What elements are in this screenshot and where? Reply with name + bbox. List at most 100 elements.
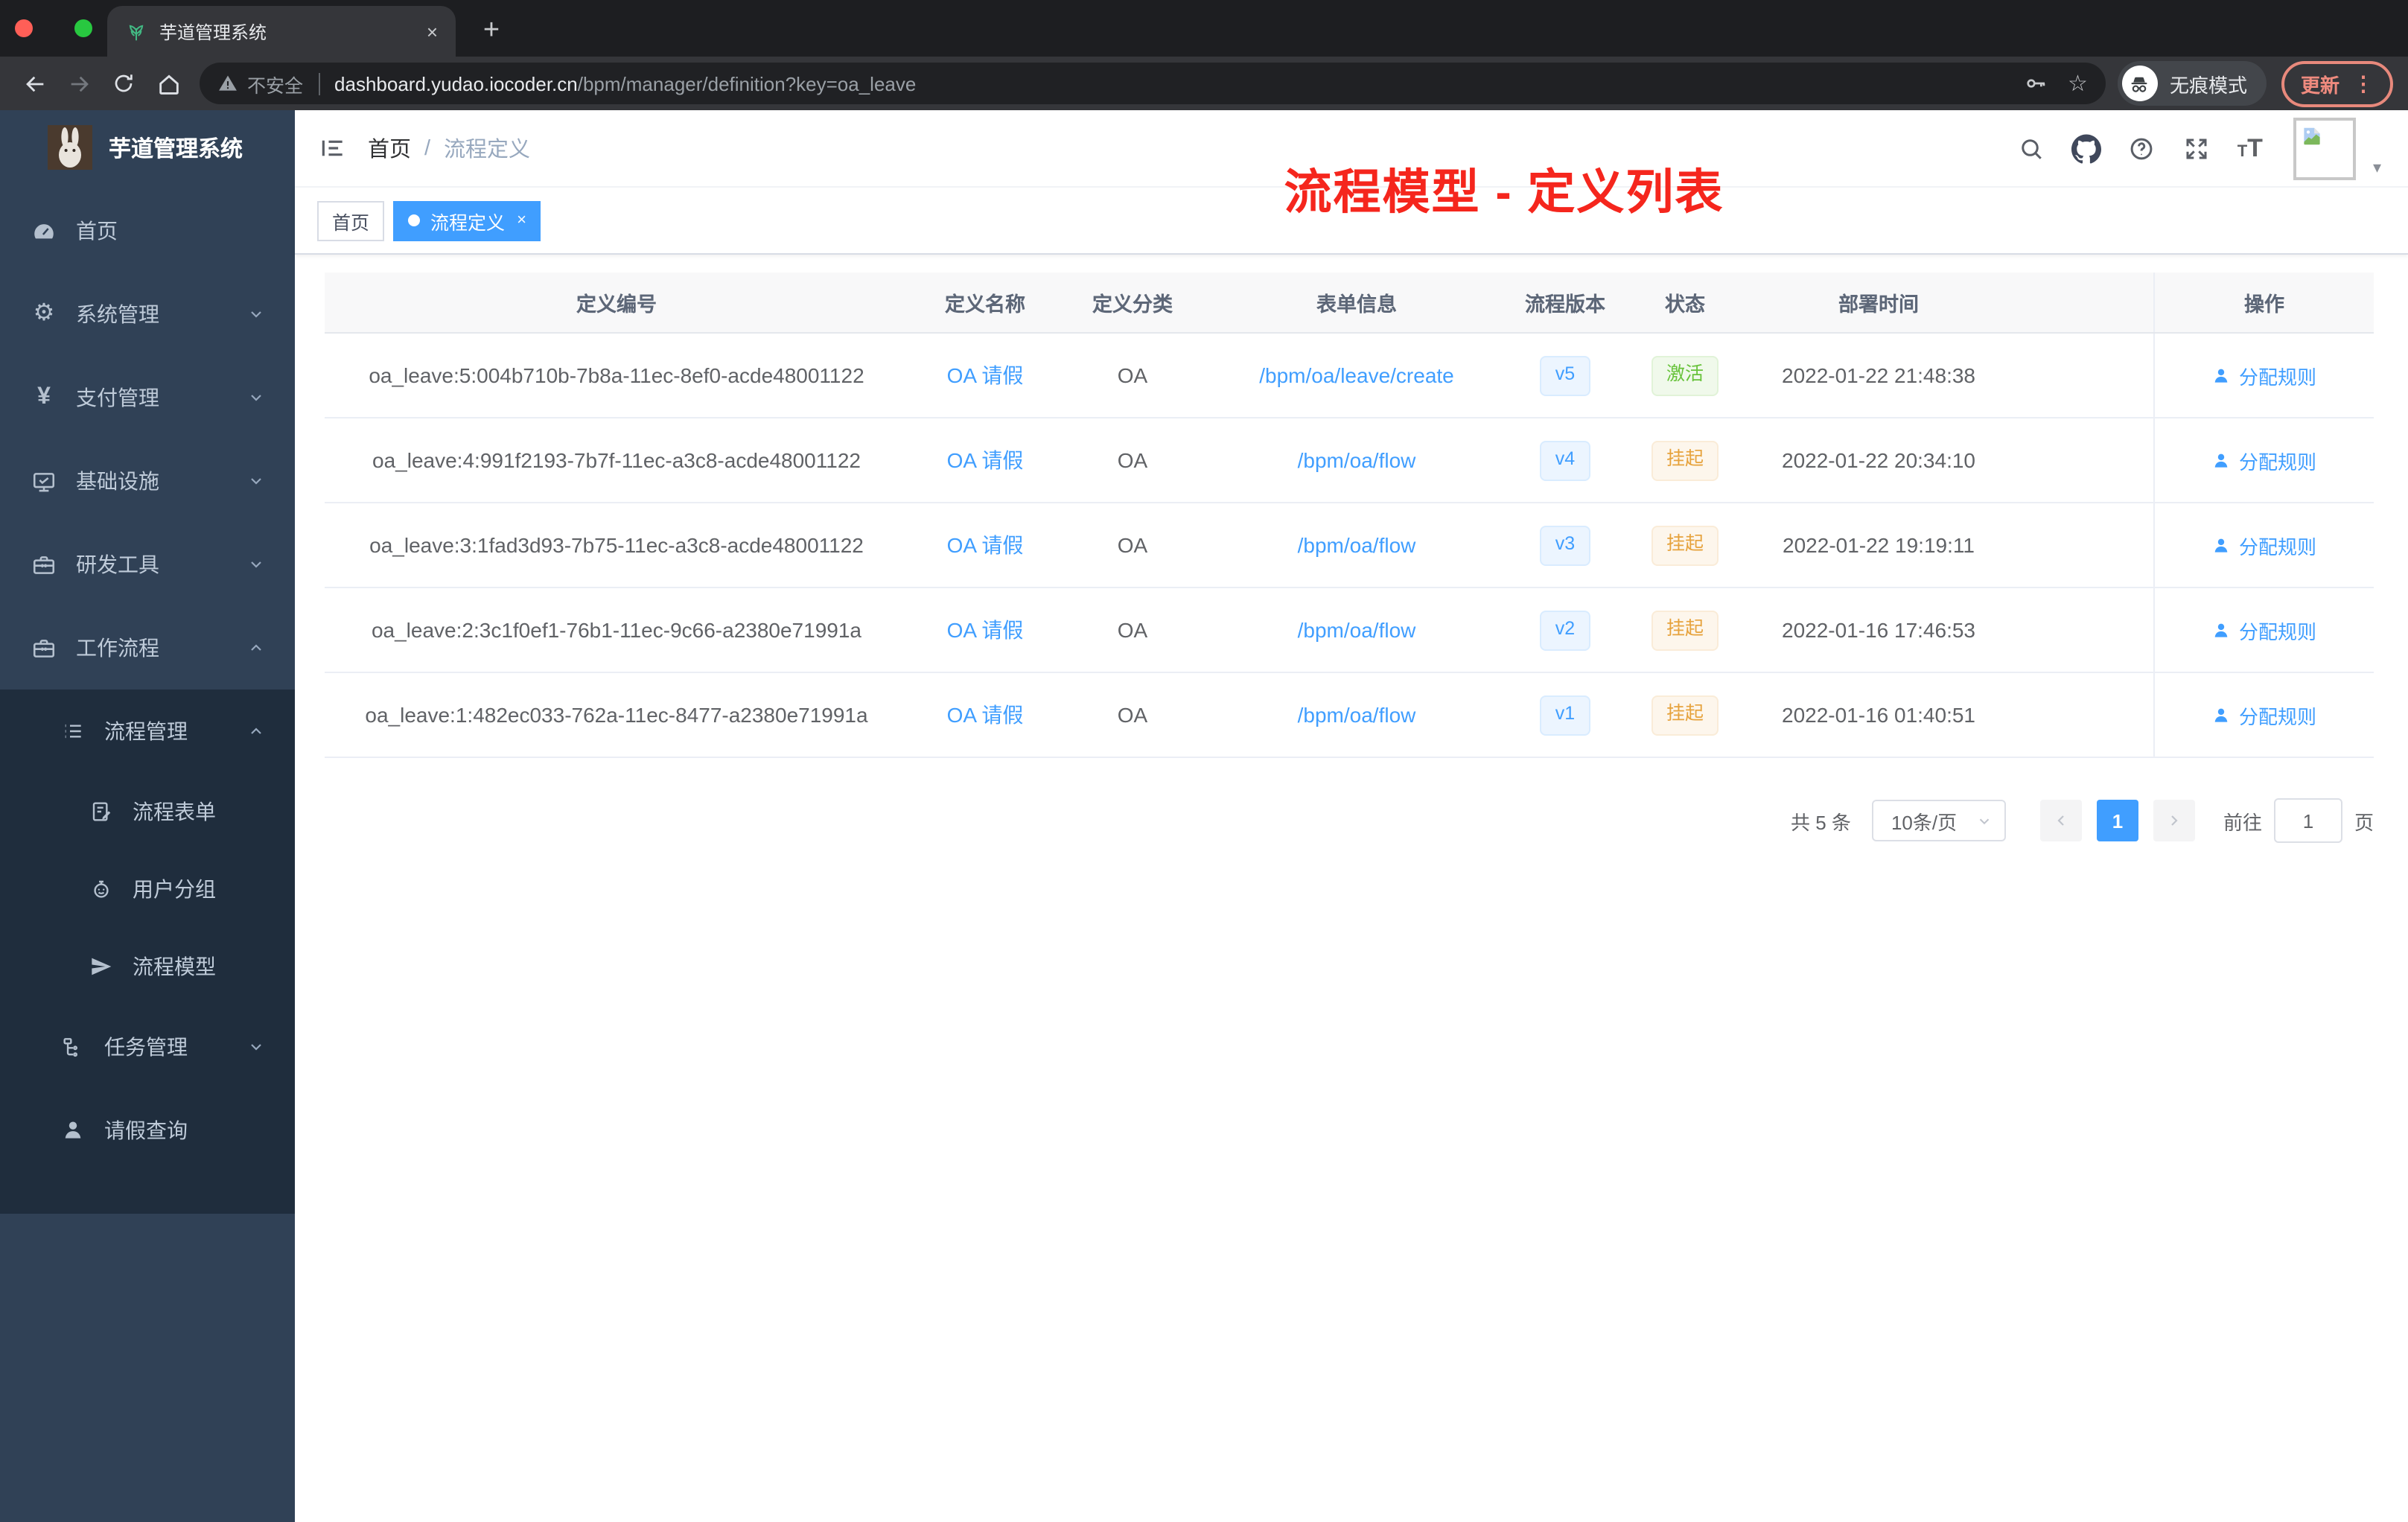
sidebar-item-label: 任务管理: [104, 1035, 188, 1059]
user-icon: [2212, 450, 2232, 470]
chevron-up-icon: [247, 722, 265, 740]
table-row: oa_leave:3:1fad3d93-7b75-11ec-a3c8-acde4…: [325, 503, 2374, 588]
sidebar-item-system-mgmt[interactable]: ⚙ 系统管理: [0, 273, 295, 356]
user-icon: [2212, 366, 2232, 385]
sidebar-item-process-mgmt[interactable]: 流程管理: [0, 690, 295, 773]
pagination-total: 共 5 条: [1791, 811, 1851, 833]
user-icon: [2212, 705, 2232, 725]
next-page-button[interactable]: [2153, 800, 2195, 841]
definition-id: oa_leave:2:3c1f0ef1-76b1-11ec-9c66-a2380…: [371, 618, 861, 642]
bookmark-star-icon[interactable]: ☆: [2068, 72, 2088, 95]
table-row: oa_leave:2:3c1f0ef1-76b1-11ec-9c66-a2380…: [325, 588, 2374, 673]
update-label: 更新: [2300, 74, 2339, 96]
security-label[interactable]: 不安全: [247, 69, 303, 98]
browser-tab[interactable]: 芋道管理系统 ×: [107, 6, 456, 57]
assign-rule-link[interactable]: 分配规则: [2212, 616, 2316, 644]
assign-rule-link[interactable]: 分配规则: [2212, 701, 2316, 729]
paper-plane-icon: [88, 954, 113, 979]
user-avatar[interactable]: [2293, 117, 2357, 179]
page-size-select[interactable]: 10条/页: [1871, 800, 2006, 841]
tab-close-icon[interactable]: ×: [427, 22, 438, 41]
avatar-caret-down-icon[interactable]: ▾: [2373, 157, 2381, 179]
browser-update-button[interactable]: 更新 ⋮: [2281, 60, 2393, 106]
chevron-down-icon: [247, 1038, 265, 1056]
tag-process-definition[interactable]: 流程定义 ×: [393, 200, 541, 241]
sidebar-item-payment-mgmt[interactable]: ¥ 支付管理: [0, 356, 295, 439]
password-key-icon[interactable]: [2023, 71, 2047, 95]
forward-button[interactable]: [60, 64, 98, 103]
definition-name-link[interactable]: OA 请假: [947, 445, 1024, 475]
sidebar-collapse-icon[interactable]: [308, 124, 356, 172]
tag-home[interactable]: 首页: [317, 200, 385, 241]
form-link[interactable]: /bpm/oa/flow: [1298, 448, 1416, 472]
page-size-value: 10条/页: [1891, 811, 1958, 833]
breadcrumb-separator: /: [424, 136, 431, 160]
tag-close-icon[interactable]: ×: [517, 211, 526, 229]
breadcrumb-home[interactable]: 首页: [368, 133, 411, 164]
toolbox-icon: [31, 635, 57, 660]
action-label: 分配规则: [2238, 620, 2316, 643]
macos-zoom-button[interactable]: [74, 19, 92, 37]
sidebar-logo-row[interactable]: 芋道管理系统: [0, 110, 295, 185]
form-link[interactable]: /bpm/oa/flow: [1298, 618, 1416, 642]
version-badge: v3: [1540, 525, 1590, 565]
sidebar-item-label: 基础设施: [76, 469, 159, 493]
sidebar-item-leave-query[interactable]: 请假查询: [0, 1089, 295, 1172]
browser-menu-icon[interactable]: ⋮: [2353, 71, 2374, 96]
version-badge: v2: [1540, 610, 1590, 650]
sidebar-item-home[interactable]: 首页: [0, 189, 295, 273]
sidebar-item-dev-tools[interactable]: 研发工具: [0, 523, 295, 606]
address-bar[interactable]: 不安全 dashboard.yudao.iocoder.cn/bpm/manag…: [200, 63, 2106, 104]
back-button[interactable]: [15, 64, 54, 103]
browser-toolbar: 不安全 dashboard.yudao.iocoder.cn/bpm/manag…: [0, 57, 2408, 110]
url-text[interactable]: dashboard.yudao.iocoder.cn/bpm/manager/d…: [334, 72, 2002, 95]
definition-name-link[interactable]: OA 请假: [947, 530, 1024, 560]
version-badge: v1: [1540, 695, 1590, 735]
sidebar-item-process-model[interactable]: 流程模型: [0, 928, 295, 1005]
assign-rule-link[interactable]: 分配规则: [2212, 531, 2316, 559]
search-icon[interactable]: [2017, 133, 2047, 163]
deploy-time: 2022-01-22 19:19:11: [1783, 533, 1975, 557]
tab-title: 芋道管理系统: [159, 22, 267, 42]
gear-icon: ⚙: [33, 301, 55, 326]
font-size-icon[interactable]: TT: [2237, 136, 2263, 161]
sidebar-item-process-form[interactable]: 流程表单: [0, 773, 295, 850]
definition-name-link[interactable]: OA 请假: [947, 360, 1024, 390]
app-title: 芋道管理系统: [109, 136, 243, 162]
current-page-button[interactable]: 1: [2096, 800, 2138, 841]
security-warning-icon: [217, 73, 238, 94]
github-icon[interactable]: [2072, 133, 2102, 163]
chevron-up-icon: [247, 639, 265, 657]
home-button[interactable]: [149, 64, 188, 103]
form-link[interactable]: /bpm/oa/flow: [1298, 703, 1416, 727]
sidebar-item-infrastructure[interactable]: 基础设施: [0, 439, 295, 523]
sidebar-item-task-mgmt[interactable]: 任务管理: [0, 1005, 295, 1089]
sidebar-menu: 首页 ⚙ 系统管理 ¥ 支付管理 基础设施 研发工具 工作流程 流程管理 流程表…: [0, 185, 295, 1214]
macos-minimize-button[interactable]: [0, 19, 18, 37]
reload-button[interactable]: [104, 64, 143, 103]
fullscreen-icon[interactable]: [2182, 133, 2212, 163]
help-icon[interactable]: [2127, 133, 2157, 163]
sidebar-item-label: 研发工具: [76, 553, 159, 576]
goto-page-input[interactable]: [2273, 798, 2342, 843]
definition-name-link[interactable]: OA 请假: [947, 700, 1024, 730]
goto-suffix: 页: [2354, 811, 2374, 833]
url-path: /bpm/manager/definition?key=oa_leave: [577, 72, 917, 95]
definition-name-link[interactable]: OA 请假: [947, 615, 1024, 645]
form-link[interactable]: /bpm/oa/leave/create: [1259, 363, 1454, 387]
new-tab-button[interactable]: +: [474, 13, 509, 49]
font-size-large-glyph: T: [2247, 134, 2263, 162]
chevron-down-icon: [247, 389, 265, 407]
assign-rule-link[interactable]: 分配规则: [2212, 446, 2316, 474]
table-header-row: 定义编号 定义名称 定义分类 表单信息 流程版本 状态 部署时间 操作: [325, 273, 2374, 334]
prev-page-button[interactable]: [2039, 800, 2082, 841]
omnibox-divider: [318, 72, 320, 95]
pagination: 共 5 条 10条/页 1 前往 页: [325, 798, 2374, 843]
action-label: 分配规则: [2238, 366, 2316, 388]
chevron-down-icon: [247, 555, 265, 573]
version-badge: v5: [1540, 355, 1590, 395]
sidebar-item-workflow[interactable]: 工作流程: [0, 606, 295, 690]
assign-rule-link[interactable]: 分配规则: [2212, 361, 2316, 389]
form-link[interactable]: /bpm/oa/flow: [1298, 533, 1416, 557]
sidebar-item-user-group[interactable]: 用户分组: [0, 850, 295, 928]
